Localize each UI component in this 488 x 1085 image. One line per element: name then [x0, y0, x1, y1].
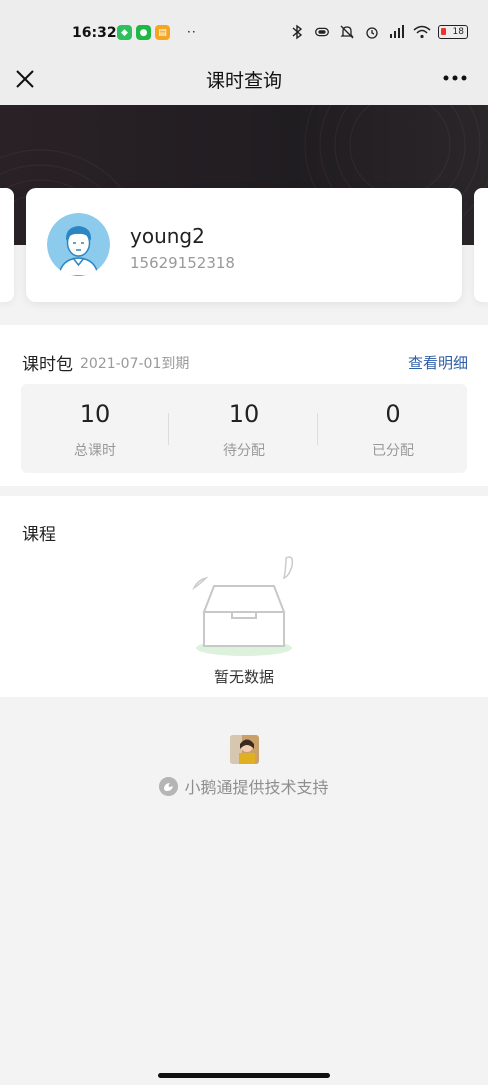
lesson-stats: 10 总课时 10 待分配 0 已分配 — [21, 384, 467, 473]
stat-assigned-value: 0 — [385, 400, 401, 428]
profile-phone: 15629152318 — [130, 254, 235, 272]
stat-total: 10 总课时 — [21, 384, 169, 473]
stat-assigned: 0 已分配 — [319, 384, 467, 473]
profile-name: young2 — [130, 224, 205, 248]
view-details-link[interactable]: 查看明细 — [408, 352, 468, 373]
stat-total-label: 总课时 — [74, 443, 116, 459]
battery-level: 18 — [452, 27, 464, 37]
stat-divider — [168, 413, 169, 445]
status-time: 16:32 — [72, 25, 117, 41]
bluetooth-icon — [292, 24, 303, 40]
empty-state-text: 暂无数据 — [213, 668, 274, 686]
wifi-icon — [413, 25, 431, 39]
bell-off-icon — [340, 25, 354, 39]
lesson-package-section: 课时包 2021-07-01到期 查看明细 10 总课时 10 待分配 0 已分… — [0, 325, 488, 486]
stat-pending-value: 10 — [228, 400, 260, 428]
next-card-peek[interactable] — [474, 188, 488, 302]
footer-thumbnail — [230, 735, 259, 764]
profile-card[interactable]: young2 15629152318 — [26, 188, 462, 302]
notification-icons: ◆ ● ▤ — [117, 25, 170, 40]
prev-card-peek[interactable] — [0, 188, 14, 302]
stat-pending: 10 待分配 — [170, 384, 318, 473]
shield-app-icon: ◆ — [117, 25, 132, 40]
xiaoe-logo-icon — [159, 776, 179, 796]
vibrate-icon — [315, 27, 329, 37]
more-icon[interactable] — [442, 68, 468, 88]
course-section: 课程 暂无数据 — [0, 496, 488, 697]
package-expire-date: 2021-07-01到期 — [80, 356, 190, 372]
home-indicator[interactable] — [158, 1073, 330, 1078]
footer-brand: 小鹅通提供技术支持 — [0, 774, 488, 798]
more-notifications-indicator: ·· — [187, 25, 197, 39]
wechat-app-icon: ● — [136, 25, 151, 40]
battery-icon: 18 — [438, 25, 468, 39]
footer-text: 小鹅通提供技术支持 — [184, 778, 329, 797]
avatar — [47, 213, 110, 276]
status-bar: 16:32 ◆ ● ▤ ·· 18 — [0, 0, 488, 58]
thumbnail-image — [230, 735, 259, 764]
page-title: 课时查询 — [205, 70, 282, 92]
package-title: 课时包 — [22, 355, 73, 375]
stat-divider — [317, 413, 318, 445]
notes-app-icon: ▤ — [155, 25, 170, 40]
system-icons: 18 — [288, 24, 468, 40]
stat-assigned-label: 已分配 — [372, 443, 414, 459]
stat-total-value: 10 — [79, 400, 111, 428]
signal-icon — [390, 25, 404, 38]
user-avatar-icon — [47, 213, 110, 276]
stat-pending-label: 待分配 — [223, 443, 265, 459]
empty-box-icon — [192, 556, 294, 656]
course-title: 课程 — [22, 525, 56, 545]
nav-bar: 课时查询 — [0, 58, 488, 105]
alarm-icon — [366, 27, 378, 39]
